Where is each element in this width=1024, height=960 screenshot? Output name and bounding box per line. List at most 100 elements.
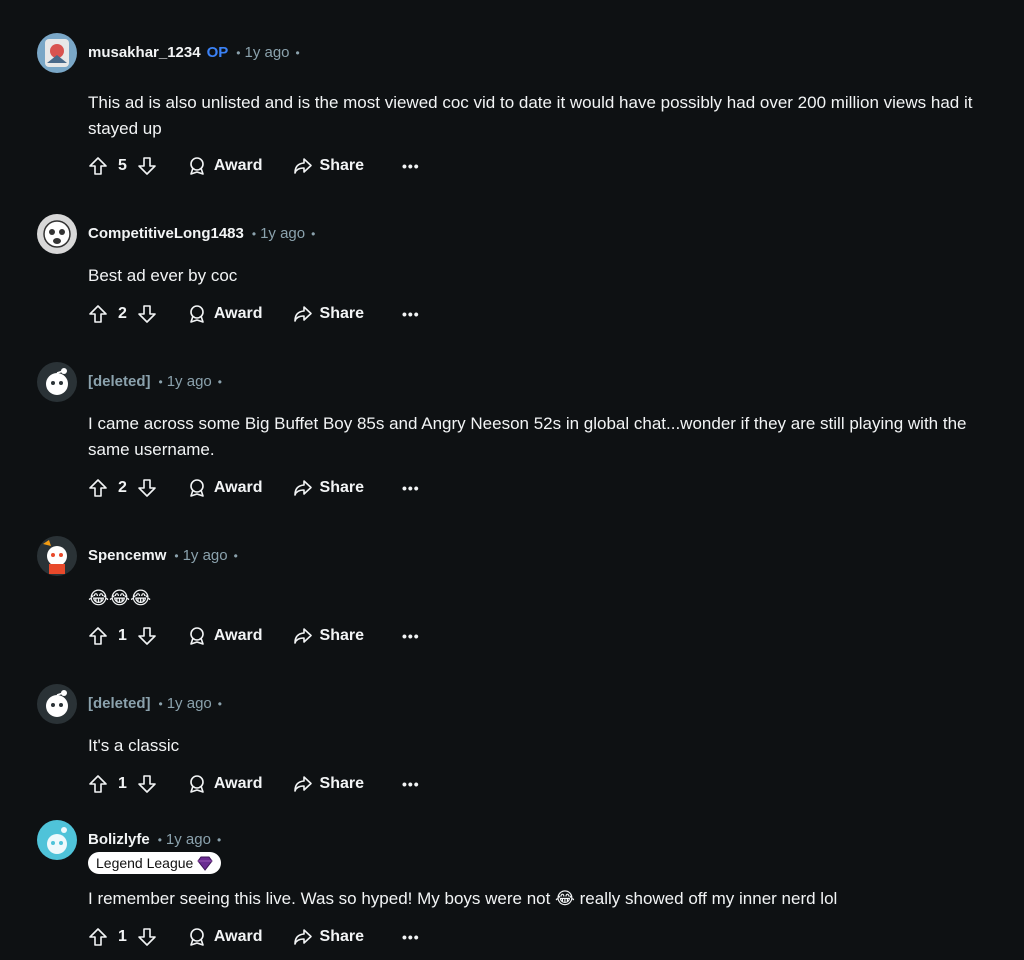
share-button[interactable]: Share [293, 156, 364, 176]
username[interactable]: musakhar_1234 [88, 44, 201, 61]
more-options-button[interactable]: ••• [402, 306, 420, 322]
award-icon [187, 478, 207, 498]
timestamp[interactable]: 1y ago [166, 831, 211, 848]
more-options-button[interactable]: ••• [402, 776, 420, 792]
comment-meta: [deleted] • 1y ago • [88, 694, 222, 714]
downvote-icon[interactable] [137, 927, 157, 947]
share-button[interactable]: Share [293, 774, 364, 794]
separator-dot: • [174, 549, 179, 563]
share-label: Share [319, 157, 364, 174]
comment-body: 😂😂😂 [88, 588, 152, 608]
award-label: Award [213, 775, 263, 792]
avatar[interactable] [37, 33, 77, 73]
comment-meta: Bolizlyfe • 1y ago • [88, 830, 221, 850]
vote-count: 1 [118, 928, 127, 945]
avatar[interactable] [37, 684, 77, 724]
comment-actions: 1 Award Share ••• [88, 923, 420, 951]
username: [deleted] [88, 373, 151, 390]
separator-dot: • [158, 375, 163, 389]
upvote-icon[interactable] [88, 774, 108, 794]
award-button[interactable]: Award [187, 156, 263, 176]
comment-actions: 5 Award Share ••• [88, 152, 420, 180]
award-icon [187, 927, 207, 947]
avatar[interactable] [37, 214, 77, 254]
award-button[interactable]: Award [187, 626, 263, 646]
separator-dot: • [311, 227, 316, 241]
separator-dot: • [217, 375, 222, 389]
share-icon [293, 478, 313, 498]
separator-dot: • [217, 697, 222, 711]
op-badge: OP [206, 44, 229, 61]
award-button[interactable]: Award [187, 774, 263, 794]
vote-group: 1 [88, 626, 157, 646]
vote-group: 5 [88, 156, 157, 176]
share-button[interactable]: Share [293, 927, 364, 947]
separator-dot: • [233, 549, 238, 563]
vote-count: 1 [118, 627, 127, 644]
user-flair[interactable]: Legend League [88, 852, 222, 874]
upvote-icon[interactable] [88, 626, 108, 646]
vote-group: 2 [88, 478, 157, 498]
vote-count: 2 [118, 479, 127, 496]
avatar[interactable] [37, 536, 77, 576]
award-label: Award [213, 157, 263, 174]
more-options-button[interactable]: ••• [402, 480, 420, 496]
downvote-icon[interactable] [137, 774, 157, 794]
timestamp[interactable]: 1y ago [167, 373, 212, 390]
vote-count: 5 [118, 157, 127, 174]
upvote-icon[interactable] [88, 156, 108, 176]
upvote-icon[interactable] [88, 478, 108, 498]
share-button[interactable]: Share [293, 478, 364, 498]
share-icon [293, 156, 313, 176]
downvote-icon[interactable] [137, 626, 157, 646]
award-button[interactable]: Award [187, 304, 263, 324]
downvote-icon[interactable] [137, 478, 157, 498]
award-button[interactable]: Award [187, 478, 263, 498]
upvote-icon[interactable] [88, 304, 108, 324]
gem-icon [197, 855, 213, 871]
vote-group: 1 [88, 927, 157, 947]
award-icon [187, 156, 207, 176]
comment-actions: 2 Award Share ••• [88, 300, 420, 328]
comment-body: Best ad ever by coc [88, 266, 238, 285]
award-icon [187, 626, 207, 646]
timestamp[interactable]: 1y ago [183, 547, 228, 564]
downvote-icon[interactable] [137, 304, 157, 324]
timestamp[interactable]: 1y ago [260, 225, 305, 242]
comment-actions: 1 Award Share ••• [88, 770, 420, 798]
comment-body: This ad is also unlisted and is the most… [88, 93, 973, 138]
downvote-icon[interactable] [137, 156, 157, 176]
separator-dot: • [157, 833, 162, 847]
comment-meta: Spencemw • 1y ago • [88, 546, 238, 566]
separator-dot: • [216, 833, 222, 847]
timestamp[interactable]: 1y ago [167, 695, 212, 712]
share-button[interactable]: Share [293, 626, 364, 646]
separator-dot: • [236, 46, 241, 60]
award-button[interactable]: Award [187, 927, 263, 947]
share-button[interactable]: Share [293, 304, 364, 324]
avatar[interactable] [37, 362, 77, 402]
share-icon [293, 626, 313, 646]
comment-meta: CompetitiveLong1483 • 1y ago • [88, 224, 315, 244]
upvote-icon[interactable] [88, 927, 108, 947]
more-options-button[interactable]: ••• [402, 929, 420, 945]
share-label: Share [319, 479, 364, 496]
timestamp[interactable]: 1y ago [244, 44, 289, 61]
vote-count: 2 [118, 305, 127, 322]
award-icon [187, 304, 207, 324]
award-label: Award [213, 305, 263, 322]
share-icon [293, 927, 313, 947]
more-options-button[interactable]: ••• [402, 628, 420, 644]
username[interactable]: Bolizlyfe [88, 831, 150, 848]
comment-actions: 1 Award Share ••• [88, 622, 420, 650]
username[interactable]: Spencemw [88, 547, 166, 564]
username[interactable]: CompetitiveLong1483 [88, 225, 244, 242]
vote-group: 2 [88, 304, 157, 324]
comment-meta: [deleted] • 1y ago • [88, 372, 222, 392]
avatar[interactable] [37, 820, 77, 860]
share-label: Share [319, 928, 364, 945]
more-options-button[interactable]: ••• [402, 158, 420, 174]
separator-dot: • [251, 227, 257, 241]
vote-count: 1 [118, 775, 127, 792]
flair-label: Legend League [96, 855, 194, 871]
